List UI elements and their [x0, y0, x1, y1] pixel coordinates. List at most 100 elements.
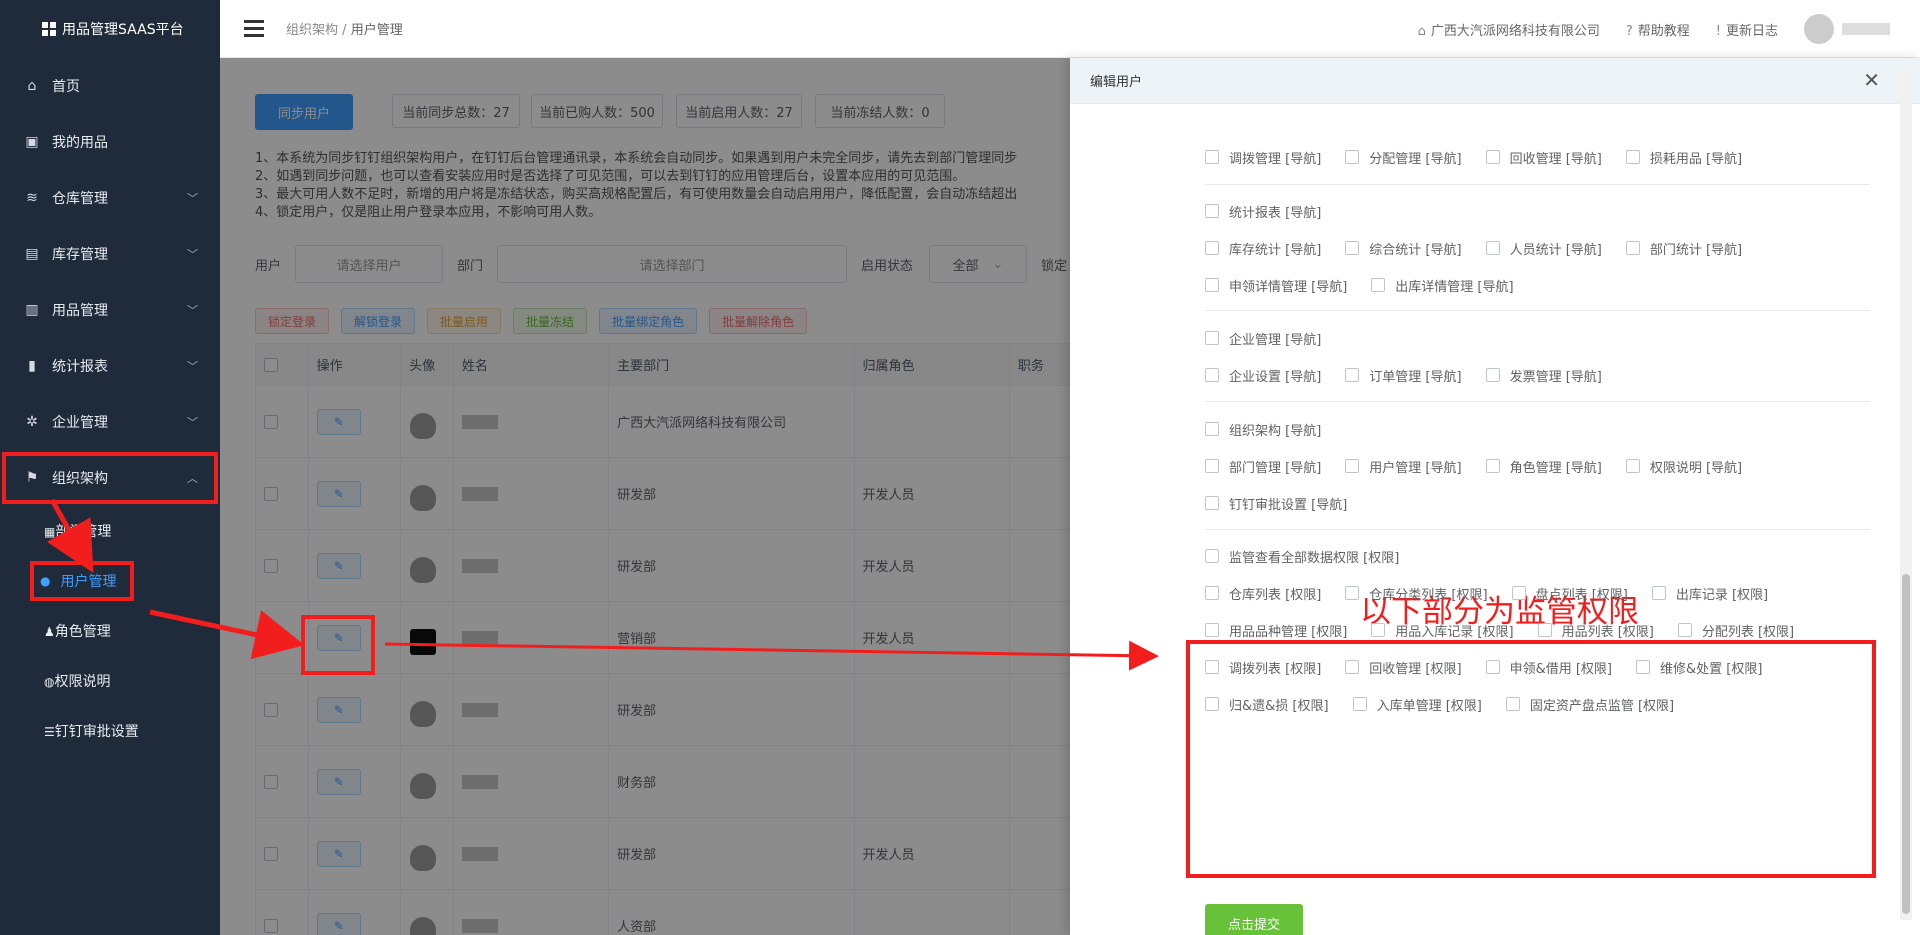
permission-checkbox[interactable]	[1485, 660, 1500, 674]
permission-checkbox[interactable]	[1625, 150, 1640, 164]
permission-checkbox[interactable]	[1485, 241, 1500, 255]
permission-option[interactable]: 部门统计 [导航]	[1625, 239, 1742, 258]
permission-checkbox[interactable]	[1205, 623, 1219, 637]
permission-option[interactable]: 调拨列表 [权限]	[1205, 658, 1321, 677]
permission-checkbox[interactable]	[1485, 150, 1500, 164]
sidebar-item-0[interactable]: ⌂ 首页	[0, 58, 220, 114]
modal-overlay[interactable]	[220, 58, 1070, 935]
permission-checkbox[interactable]	[1345, 150, 1360, 164]
permission-option[interactable]: 企业设置 [导航]	[1205, 366, 1321, 385]
sidebar-subitem-2[interactable]: ♟角色管理	[0, 606, 220, 656]
breadcrumb-parent[interactable]: 组织架构	[286, 23, 338, 38]
sidebar-item-2[interactable]: ≋ 仓库管理 ﹀	[0, 170, 220, 226]
permission-checkbox[interactable]	[1205, 368, 1219, 382]
permission-option[interactable]: 盘点列表 [权限]	[1511, 584, 1628, 603]
sidebar-item-7[interactable]: ⚑ 组织架构 ︿	[0, 450, 220, 506]
permission-checkbox[interactable]	[1205, 204, 1219, 218]
permission-checkbox[interactable]	[1345, 660, 1360, 674]
permission-option[interactable]: 申领&借用 [权限]	[1485, 658, 1612, 677]
permission-checkbox[interactable]	[1205, 241, 1219, 255]
permission-option[interactable]: 分配列表 [权限]	[1677, 621, 1794, 640]
permission-option[interactable]: 角色管理 [导航]	[1485, 457, 1602, 476]
permission-checkbox[interactable]	[1625, 241, 1640, 255]
permission-list: 以下部分为监管权限 点击提交 调拨管理 [导航] 分配管理 [导航] 回收管理 [导…	[1070, 104, 1910, 935]
sidebar-item-1[interactable]: ▣ 我的用品	[0, 114, 220, 170]
sidebar-subitem-4[interactable]: ☰钉钉审批设置	[0, 706, 220, 756]
permission-option[interactable]: 部门管理 [导航]	[1205, 457, 1321, 476]
permission-checkbox[interactable]	[1205, 697, 1219, 711]
permission-option[interactable]: 库存统计 [导航]	[1205, 239, 1321, 258]
permission-option[interactable]: 损耗用品 [导航]	[1625, 148, 1742, 167]
permission-checkbox[interactable]	[1205, 586, 1219, 600]
permission-checkbox[interactable]	[1485, 459, 1500, 473]
permission-option[interactable]: 出库详情管理 [导航]	[1371, 276, 1514, 295]
permission-option[interactable]: 用品入库记录 [权限]	[1371, 621, 1514, 640]
changelog-link[interactable]: ! 更新日志	[1716, 20, 1778, 39]
permission-checkbox[interactable]	[1205, 459, 1219, 473]
permission-checkbox[interactable]	[1205, 549, 1219, 563]
permission-option[interactable]: 仓库列表 [权限]	[1205, 584, 1321, 603]
permission-checkbox[interactable]	[1205, 660, 1219, 674]
permission-option[interactable]: 用品列表 [权限]	[1537, 621, 1654, 640]
permission-option[interactable]: 统计报表 [导航]	[1205, 202, 1321, 221]
permission-checkbox[interactable]	[1205, 496, 1219, 510]
permission-option[interactable]: 申领详情管理 [导航]	[1205, 276, 1347, 295]
sidebar-item-4[interactable]: ▥ 用品管理 ﹀	[0, 282, 220, 338]
sidebar-subitem-0[interactable]: ▦部门管理	[0, 506, 220, 556]
permission-checkbox[interactable]	[1345, 368, 1360, 382]
permission-checkbox[interactable]	[1205, 331, 1219, 345]
permission-option[interactable]: 仓库分类列表 [权限]	[1345, 584, 1488, 603]
scrollbar[interactable]	[1900, 70, 1912, 920]
permission-checkbox[interactable]	[1537, 623, 1552, 637]
sidebar-item-6[interactable]: ✲ 企业管理 ﹀	[0, 394, 220, 450]
permission-option[interactable]: 固定资产盘点监管 [权限]	[1505, 695, 1674, 714]
permission-checkbox[interactable]	[1511, 586, 1526, 600]
permission-option[interactable]: 用品品种管理 [权限]	[1205, 621, 1347, 640]
permission-checkbox[interactable]	[1352, 697, 1367, 711]
permission-checkbox[interactable]	[1345, 241, 1360, 255]
permission-checkbox[interactable]	[1371, 623, 1386, 637]
permission-checkbox[interactable]	[1205, 150, 1219, 164]
sidebar-subitem-1[interactable]: ● 用户管理	[0, 556, 220, 606]
permission-checkbox[interactable]	[1625, 459, 1640, 473]
permission-checkbox[interactable]	[1205, 422, 1219, 436]
subitem-label: 权限说明	[54, 674, 111, 690]
user-menu[interactable]	[1804, 14, 1890, 44]
permission-option[interactable]: 归&遗&损 [权限]	[1205, 695, 1329, 714]
company-link[interactable]: ⌂ 广西大汽派网络科技有限公司	[1418, 20, 1600, 39]
permission-option[interactable]: 用户管理 [导航]	[1345, 457, 1462, 476]
permission-option[interactable]: 钉钉审批设置 [导航]	[1205, 494, 1347, 513]
permission-checkbox[interactable]	[1345, 459, 1360, 473]
permission-option[interactable]: 发票管理 [导航]	[1485, 366, 1602, 385]
permission-option[interactable]: 维修&处置 [权限]	[1635, 658, 1762, 677]
permission-checkbox[interactable]	[1635, 660, 1650, 674]
permission-option[interactable]: 回收管理 [权限]	[1345, 658, 1462, 677]
permission-option[interactable]: 组织架构 [导航]	[1205, 420, 1321, 439]
permission-checkbox[interactable]	[1205, 278, 1219, 292]
help-link[interactable]: ? 帮助教程	[1626, 20, 1690, 39]
scrollbar-thumb[interactable]	[1902, 574, 1910, 914]
permission-checkbox[interactable]	[1485, 368, 1500, 382]
permission-option[interactable]: 监管查看全部数据权限 [权限]	[1205, 547, 1399, 566]
permission-option[interactable]: 订单管理 [导航]	[1345, 366, 1462, 385]
close-icon[interactable]: ✕	[1863, 68, 1880, 92]
permission-checkbox[interactable]	[1505, 697, 1520, 711]
permission-option[interactable]: 出库记录 [权限]	[1651, 584, 1768, 603]
permission-option[interactable]: 调拨管理 [导航]	[1205, 148, 1321, 167]
permission-option[interactable]: 人员统计 [导航]	[1485, 239, 1602, 258]
sidebar-subitem-3[interactable]: ◍权限说明	[0, 656, 220, 706]
permission-option[interactable]: 企业管理 [导航]	[1205, 329, 1321, 348]
sidebar-item-5[interactable]: ▮ 统计报表 ﹀	[0, 338, 220, 394]
permission-option[interactable]: 分配管理 [导航]	[1345, 148, 1462, 167]
submit-button[interactable]: 点击提交	[1205, 904, 1303, 935]
permission-checkbox[interactable]	[1371, 278, 1386, 292]
permission-option[interactable]: 综合统计 [导航]	[1345, 239, 1462, 258]
permission-checkbox[interactable]	[1677, 623, 1692, 637]
sidebar-item-3[interactable]: ▤ 库存管理 ﹀	[0, 226, 220, 282]
permission-checkbox[interactable]	[1345, 586, 1360, 600]
hamburger-icon[interactable]	[244, 20, 264, 37]
permission-checkbox[interactable]	[1651, 586, 1666, 600]
permission-option[interactable]: 入库单管理 [权限]	[1352, 695, 1482, 714]
permission-option[interactable]: 回收管理 [导航]	[1485, 148, 1602, 167]
permission-option[interactable]: 权限说明 [导航]	[1625, 457, 1742, 476]
